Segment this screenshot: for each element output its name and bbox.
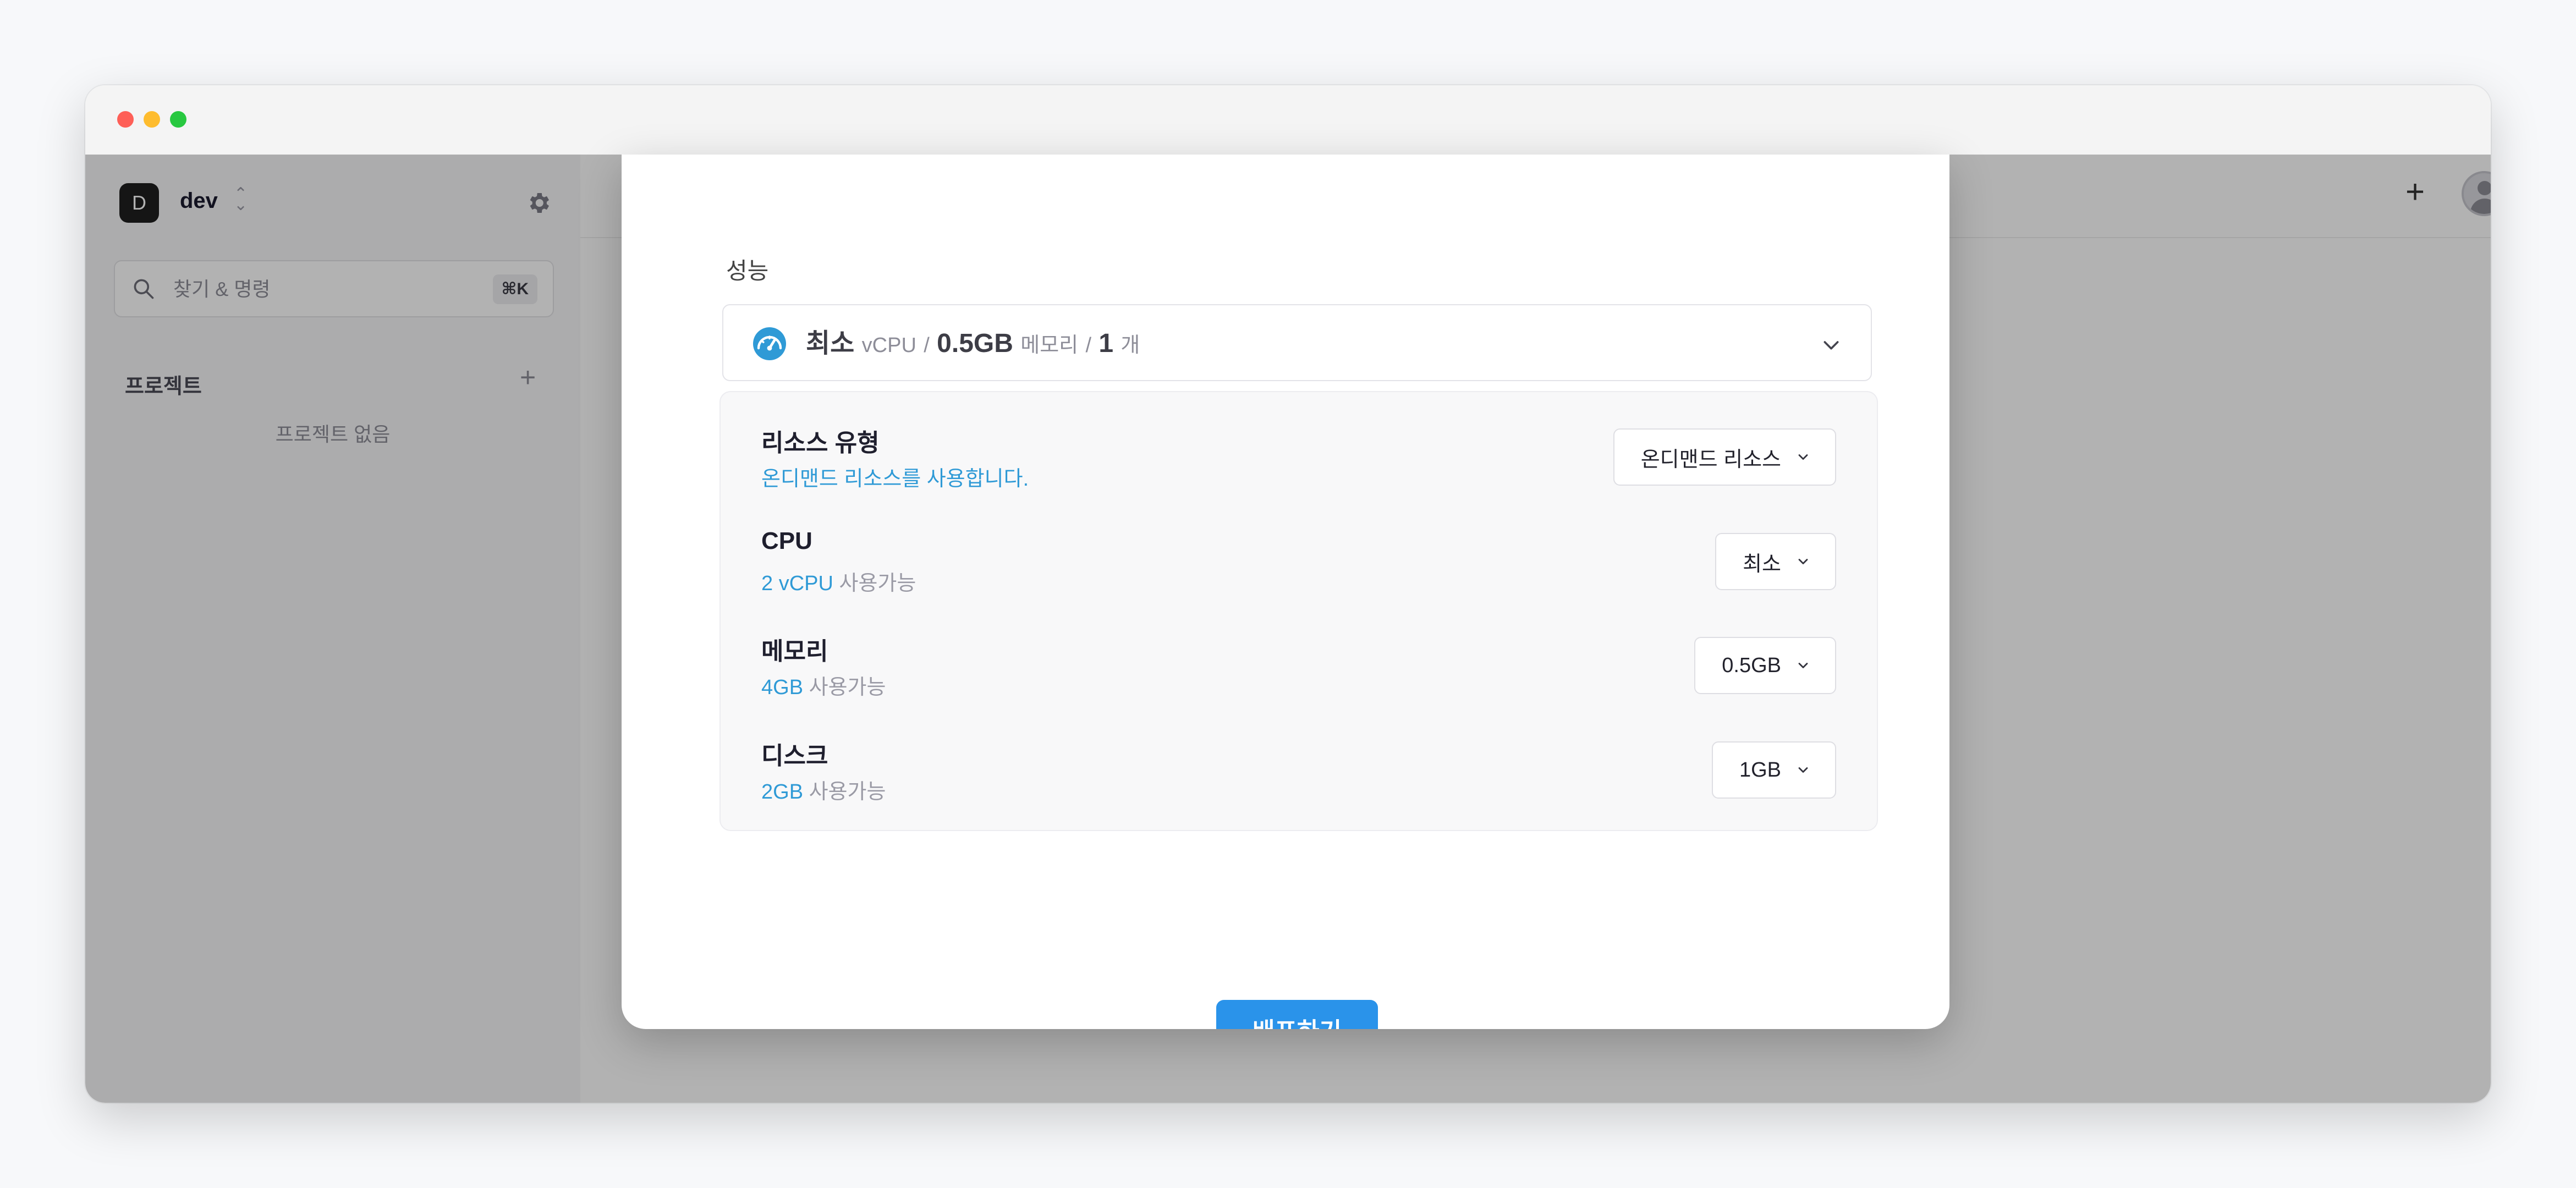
resource-type-description: 온디맨드 리소스를 사용합니다. (761, 468, 1029, 491)
performance-preset-select[interactable]: 최소 vCPU / 0.5GB 메모리 / 1 개 (722, 304, 1872, 381)
resource-type-title: 리소스 유형 (761, 430, 880, 457)
disk-value: 1GB (1739, 758, 1781, 782)
disk-title: 디스크 (761, 743, 828, 769)
minimize-window-button[interactable] (144, 111, 160, 128)
summary-cpu-unit: vCPU (861, 334, 916, 357)
performance-label: 성능 (726, 258, 769, 284)
summary-memory-unit: 메모리 (1020, 334, 1079, 357)
summary-count-unit: 개 (1121, 334, 1140, 357)
chevron-down-icon (1798, 663, 1808, 668)
disk-availability: 2GB 사용가능 (761, 780, 886, 804)
zoom-window-button[interactable] (170, 111, 186, 128)
memory-dropdown[interactable]: 0.5GB (1694, 637, 1836, 694)
app-window: D dev ⌃⌄ ⌘K 프로젝트 + 프로젝트 없음 + (85, 85, 2491, 1103)
deploy-button[interactable]: 배포하기 (1216, 1000, 1378, 1029)
memory-value: 0.5GB (1722, 653, 1781, 677)
disk-dropdown[interactable]: 1GB (1711, 741, 1836, 799)
resource-type-value: 온디맨드 리소스 (1640, 448, 1781, 471)
chevron-down-icon (1798, 454, 1808, 460)
performance-summary: 최소 vCPU / 0.5GB 메모리 / 1 개 (806, 326, 1140, 363)
speedometer-icon (753, 327, 786, 360)
resource-type-dropdown[interactable]: 온디맨드 리소스 (1613, 428, 1836, 486)
cpu-row: CPU 2 vCPU 사용가능 최소 (761, 521, 1836, 603)
memory-title: 메모리 (761, 638, 828, 665)
summary-count-value: 1 (1098, 329, 1114, 358)
cpu-availability: 2 vCPU 사용가능 (761, 572, 916, 595)
cpu-value: 최소 (1743, 552, 1781, 576)
chevron-down-icon (1823, 341, 1839, 350)
close-window-button[interactable] (117, 111, 134, 128)
summary-memory-value: 0.5GB (937, 329, 1013, 358)
memory-availability: 4GB 사용가능 (761, 676, 886, 699)
memory-row: 메모리 4GB 사용가능 0.5GB (761, 625, 1836, 707)
chevron-down-icon (1798, 559, 1808, 564)
disk-row: 디스크 2GB 사용가능 1GB (761, 729, 1836, 812)
resource-type-row: 리소스 유형 온디맨드 리소스를 사용합니다. 온디맨드 리소스 (761, 416, 1836, 499)
summary-separator: / (924, 334, 930, 357)
summary-cpu-value: 최소 (806, 329, 855, 358)
resource-detail-panel: 리소스 유형 온디맨드 리소스를 사용합니다. 온디맨드 리소스 CPU 2 v… (719, 391, 1878, 831)
cpu-title: CPU (761, 527, 812, 554)
cpu-dropdown[interactable]: 최소 (1715, 533, 1836, 590)
chevron-down-icon (1798, 767, 1808, 773)
title-bar (85, 85, 2491, 156)
summary-separator: / (1085, 334, 1092, 357)
deploy-modal: 성능 최소 vCPU / 0.5GB 메모리 / 1 개 리소스 유형 온디맨드… (622, 155, 1949, 1029)
